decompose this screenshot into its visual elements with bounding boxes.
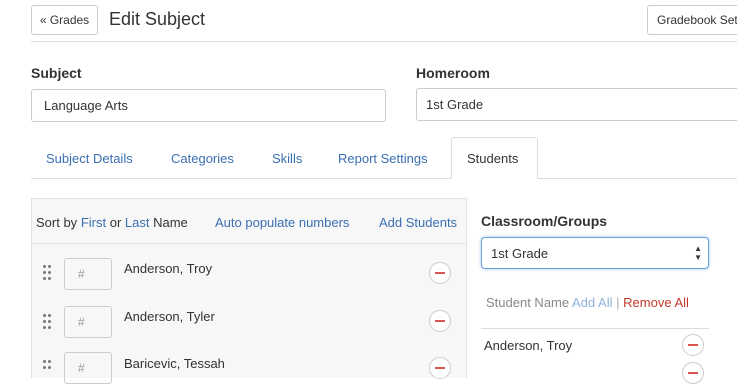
classroom-groups-select[interactable]: 1st Grade ▲ ▼: [481, 237, 709, 269]
student-name: Anderson, Troy: [124, 261, 213, 276]
sort-last-link[interactable]: Last: [125, 215, 150, 230]
link-separator: |: [616, 295, 620, 310]
remove-student-icon[interactable]: [429, 357, 451, 379]
tabs-baseline: [31, 178, 737, 179]
sort-controls: Sort by First or Last Name: [36, 215, 188, 230]
tab-skills[interactable]: Skills: [272, 151, 302, 166]
select-arrows-icon: ▲ ▼: [694, 244, 702, 262]
sort-name-label: Name: [153, 215, 188, 230]
groups-list-divider: [481, 328, 709, 329]
add-all-link[interactable]: Add All: [572, 295, 612, 310]
group-student-name: Anderson, Troy: [484, 338, 573, 353]
tab-students-label: Students: [467, 151, 519, 166]
tab-categories[interactable]: Categories: [171, 151, 234, 166]
gradebook-settings-button[interactable]: Gradebook Settings: [647, 5, 737, 35]
student-number-input[interactable]: #: [64, 306, 112, 338]
remove-group-student-icon[interactable]: [682, 362, 704, 384]
student-name: Baricevic, Tessah: [124, 356, 225, 371]
page-title: Edit Subject: [109, 9, 206, 29]
sort-or-label: or: [109, 215, 122, 230]
tab-students[interactable]: Students: [451, 137, 538, 179]
classroom-groups-selected: 1st Grade: [491, 246, 549, 261]
student-number-placeholder: #: [78, 361, 85, 375]
tab-report-settings[interactable]: Report Settings: [338, 151, 428, 166]
auto-populate-link[interactable]: Auto populate numbers: [215, 215, 349, 230]
back-to-grades-button[interactable]: « Grades: [31, 5, 98, 35]
subject-field[interactable]: Language Arts: [31, 89, 386, 122]
homeroom-field[interactable]: 1st Grade: [416, 88, 737, 121]
students-header-divider: [31, 243, 467, 244]
homeroom-value: 1st Grade: [426, 97, 484, 112]
subject-value: Language Arts: [44, 98, 128, 113]
homeroom-label: Homeroom: [416, 65, 490, 81]
remove-all-link[interactable]: Remove All: [623, 295, 689, 310]
groups-list-header: Student Name Add All | Remove All: [486, 295, 689, 310]
student-number-placeholder: #: [78, 315, 85, 329]
drag-handle-icon[interactable]: [43, 314, 53, 330]
remove-group-student-icon[interactable]: [682, 334, 704, 356]
student-number-input[interactable]: #: [64, 258, 112, 290]
drag-handle-icon[interactable]: [43, 265, 53, 281]
student-number-placeholder: #: [78, 267, 85, 281]
remove-student-icon[interactable]: [429, 310, 451, 332]
tab-subject-details[interactable]: Subject Details: [46, 151, 133, 166]
add-students-link[interactable]: Add Students: [379, 215, 457, 230]
drag-handle-icon[interactable]: [43, 360, 53, 376]
remove-student-icon[interactable]: [429, 262, 451, 284]
gradebook-settings-label: Gradebook Settings: [657, 13, 737, 27]
student-number-input[interactable]: #: [64, 352, 112, 384]
student-name-header: Student Name: [486, 295, 570, 310]
sort-by-label: Sort by: [36, 215, 78, 230]
header-divider: [31, 41, 737, 42]
back-to-grades-label: « Grades: [39, 13, 90, 27]
classroom-groups-title: Classroom/Groups: [481, 213, 608, 229]
student-name: Anderson, Tyler: [124, 309, 215, 324]
sort-first-link[interactable]: First: [81, 215, 106, 230]
subject-label: Subject: [31, 65, 82, 81]
